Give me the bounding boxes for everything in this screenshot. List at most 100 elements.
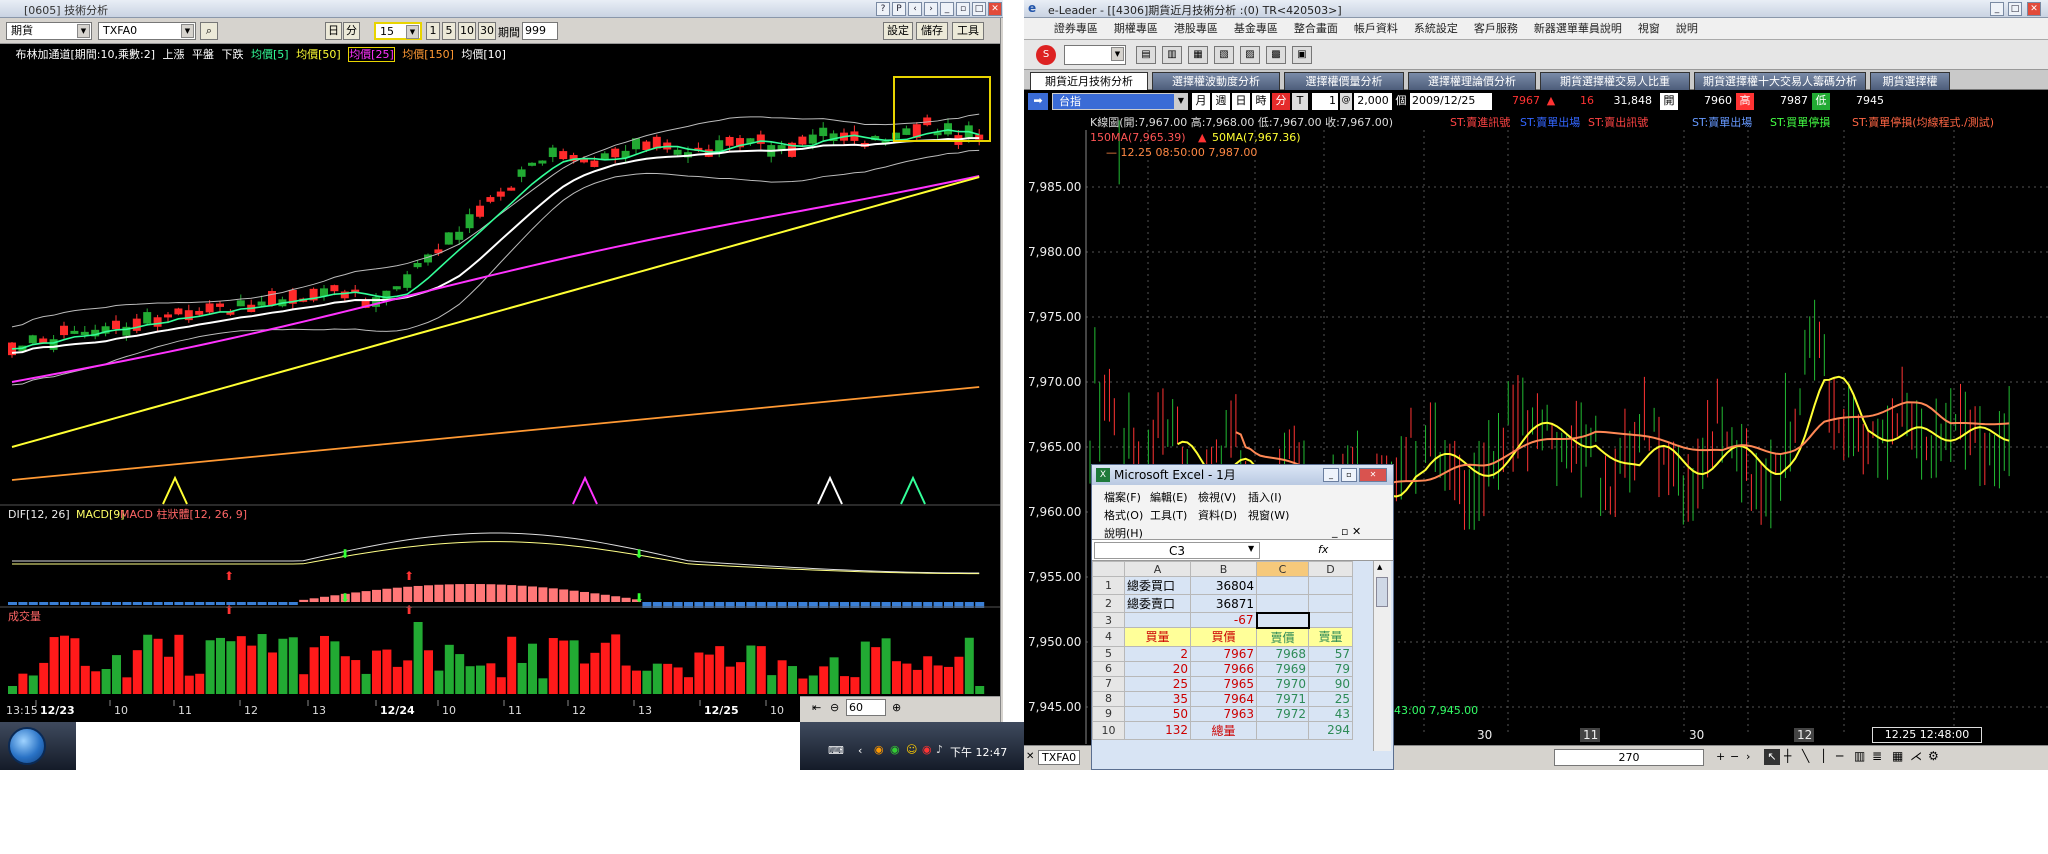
scroll-thumb[interactable]: [1376, 577, 1388, 607]
tray-app-icon-4[interactable]: ◉: [922, 743, 932, 756]
tab-1[interactable]: 選擇權波動度分析: [1152, 72, 1280, 90]
menu-item-6[interactable]: 系統設定: [1406, 18, 1466, 40]
symbol-select[interactable]: 台指: [1052, 93, 1188, 110]
excel-cell[interactable]: [1256, 720, 1309, 740]
excel-restore-button[interactable]: ▫: [1341, 468, 1357, 482]
excel-cell[interactable]: 總委買口: [1124, 576, 1191, 595]
excel-row-header[interactable]: 10: [1092, 720, 1125, 740]
excel-vertical-scrollbar[interactable]: ▲: [1373, 561, 1391, 751]
left-close-button[interactable]: ✕: [988, 2, 1002, 16]
minute-button[interactable]: 分: [343, 22, 360, 40]
left-help-button[interactable]: ?: [876, 2, 890, 16]
left-maximize-button[interactable]: □: [972, 2, 986, 16]
draw-line-icon[interactable]: ╲: [1802, 749, 1809, 763]
excel-cell[interactable]: [1308, 576, 1353, 595]
right-minimize-button[interactable]: _: [1990, 2, 2004, 16]
tray-app-icon-3[interactable]: ☺: [906, 743, 917, 756]
left-minimize-button[interactable]: _: [940, 2, 954, 16]
zoom-out-icon[interactable]: ⊖: [830, 701, 839, 714]
toolbar-icon-5[interactable]: ▨: [1240, 46, 1260, 64]
excel-cell[interactable]: 7969: [1256, 660, 1309, 677]
excel-cell[interactable]: 7967: [1190, 645, 1257, 662]
excel-cell[interactable]: 294: [1308, 720, 1353, 740]
tab-0[interactable]: 期貨近月技術分析: [1030, 72, 1148, 90]
tray-app-icon-2[interactable]: ◉: [890, 743, 900, 756]
excel-row-header[interactable]: 6: [1092, 660, 1125, 677]
excel-menu-item-6[interactable]: 資料(D): [1198, 507, 1237, 523]
excel-cell[interactable]: 35: [1124, 690, 1191, 707]
excel-cell[interactable]: 7971: [1256, 690, 1309, 707]
tray-app-icon-1[interactable]: ◉: [874, 743, 884, 756]
excel-corner[interactable]: [1092, 561, 1125, 577]
excel-cell[interactable]: 36871: [1190, 594, 1257, 613]
chart-icon[interactable]: ▦: [1892, 749, 1903, 763]
toolbar-icon-2[interactable]: ▥: [1162, 46, 1182, 64]
excel-col-header-A[interactable]: A: [1124, 561, 1191, 577]
month-button[interactable]: 月: [1192, 93, 1210, 110]
qty-input[interactable]: 1: [1312, 93, 1338, 110]
excel-cell[interactable]: 43: [1308, 705, 1353, 722]
interval-1-button[interactable]: 1: [426, 22, 440, 40]
windows-start-icon[interactable]: [8, 727, 46, 765]
excel-col-header-D[interactable]: D: [1308, 561, 1353, 577]
left-restore-button[interactable]: ▫: [956, 2, 970, 16]
menu-item-3[interactable]: 基金專區: [1226, 18, 1286, 40]
excel-cell[interactable]: [1256, 594, 1309, 613]
menu-item-10[interactable]: 說明: [1668, 18, 1706, 40]
zoom-in-icon[interactable]: +: [1716, 750, 1725, 763]
chevron-down-icon[interactable]: ▼: [1174, 93, 1188, 110]
excel-cell[interactable]: 25: [1308, 690, 1353, 707]
excel-cell[interactable]: [1256, 576, 1309, 595]
excel-row-header[interactable]: 3: [1092, 612, 1125, 628]
stop-icon[interactable]: S: [1036, 45, 1056, 65]
right-maximize-button[interactable]: □: [2008, 2, 2022, 16]
fx-icon[interactable]: fx: [1318, 543, 1328, 556]
period-input[interactable]: 999: [522, 22, 558, 40]
scroll-up-icon[interactable]: ▲: [1377, 563, 1382, 571]
menu-item-7[interactable]: 客戶服務: [1466, 18, 1526, 40]
excel-row-header[interactable]: 9: [1092, 705, 1125, 722]
excel-row-header[interactable]: 4: [1092, 627, 1125, 647]
count-input[interactable]: 2,000: [1354, 93, 1392, 110]
menu-item-1[interactable]: 期權專區: [1106, 18, 1166, 40]
excel-cell[interactable]: [1308, 612, 1353, 628]
excel-cell[interactable]: 90: [1308, 675, 1353, 692]
excel-row-header[interactable]: 7: [1092, 675, 1125, 692]
excel-cell[interactable]: 7966: [1190, 660, 1257, 677]
pointer-tool-icon[interactable]: ↖: [1764, 749, 1780, 765]
excel-menu-item-3[interactable]: 插入(I): [1248, 489, 1282, 505]
interval-5-button[interactable]: 5: [442, 22, 456, 40]
menu-item-0[interactable]: 證券專區: [1046, 18, 1106, 40]
date-select[interactable]: 2009/12/25: [1410, 93, 1492, 110]
excel-cell[interactable]: 賣價: [1256, 627, 1309, 647]
zoom-out-icon[interactable]: −: [1730, 750, 1739, 763]
excel-doc-controls[interactable]: _ ▫ ✕: [1332, 525, 1361, 538]
excel-row-header[interactable]: 8: [1092, 690, 1125, 707]
excel-cell[interactable]: 20: [1124, 660, 1191, 677]
tab-2[interactable]: 選擇權價量分析: [1284, 72, 1404, 90]
excel-cell[interactable]: 57: [1308, 645, 1353, 662]
excel-cell[interactable]: 7964: [1190, 690, 1257, 707]
day-button[interactable]: 日: [1232, 93, 1250, 110]
excel-menu-item-1[interactable]: 編輯(E): [1150, 489, 1188, 505]
excel-minimize-button[interactable]: _: [1323, 468, 1339, 482]
zoom-in-icon[interactable]: ⊕: [892, 701, 901, 714]
menu-item-8[interactable]: 新器選單華員說明: [1526, 18, 1630, 40]
toolbar-icon-6[interactable]: ▩: [1266, 46, 1286, 64]
vline-icon[interactable]: │: [1820, 749, 1827, 763]
left-prev-button[interactable]: ‹: [908, 2, 922, 16]
excel-cell[interactable]: 7968: [1256, 645, 1309, 662]
excel-close-button[interactable]: ✕: [1359, 468, 1387, 482]
save-button[interactable]: 儲存: [916, 22, 948, 40]
tab-6[interactable]: 期貨選擇權: [1870, 72, 1950, 90]
interval-select[interactable]: 15 ▼: [374, 22, 422, 40]
left-next-button[interactable]: ›: [924, 2, 938, 16]
search-button[interactable]: ⌕: [200, 22, 218, 40]
right-close-button[interactable]: ✕: [2027, 2, 2041, 16]
excel-menu-item-0[interactable]: 檔案(F): [1104, 489, 1141, 505]
excel-cell[interactable]: 7965: [1190, 675, 1257, 692]
interval-10-button[interactable]: 10: [458, 22, 476, 40]
excel-cell[interactable]: -67: [1190, 612, 1257, 628]
minute-button[interactable]: 分: [1272, 93, 1290, 110]
scroll-right-icon[interactable]: ›: [1746, 750, 1750, 763]
